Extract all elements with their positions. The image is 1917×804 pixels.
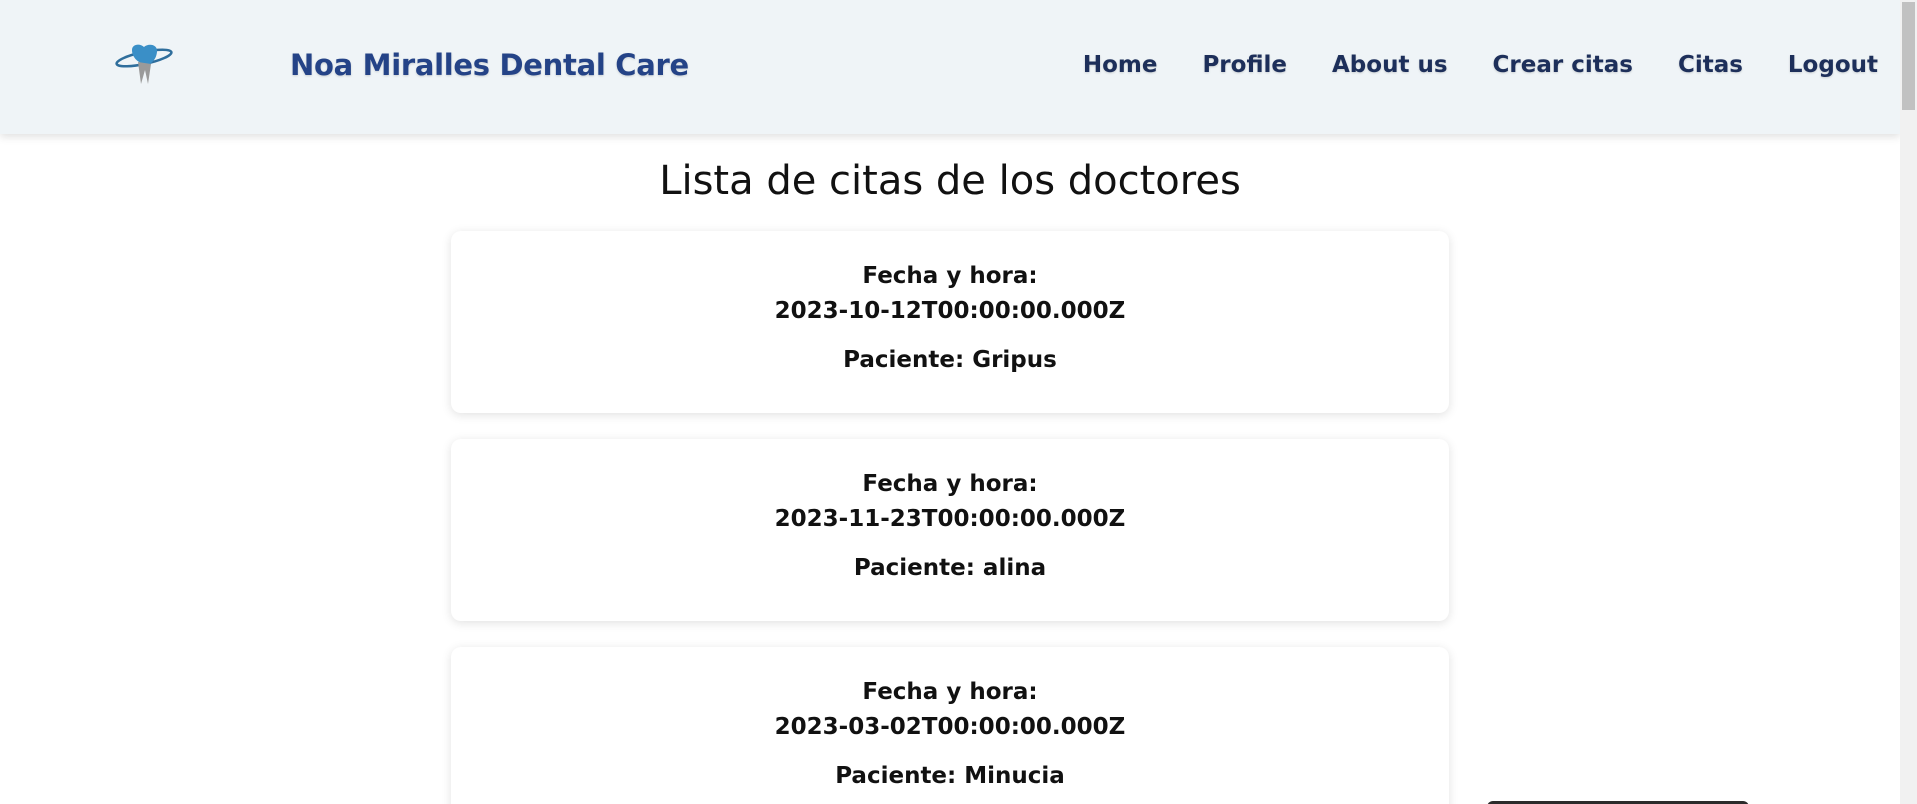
- appointment-datetime: 2023-11-23T00:00:00.000Z: [774, 506, 1126, 532]
- nav-home-link[interactable]: Home: [1083, 52, 1158, 78]
- nav-logout-link[interactable]: Logout: [1788, 52, 1878, 78]
- page-title: Lista de citas de los doctores: [659, 158, 1241, 204]
- scrollbar-thumb[interactable]: [1902, 2, 1915, 110]
- appointment-datetime: 2023-10-12T00:00:00.000Z: [774, 298, 1126, 324]
- brand-title[interactable]: Noa Miralles Dental Care: [290, 48, 689, 82]
- appointment-card: Fecha y hora: 2023-10-12T00:00:00.000Z P…: [451, 231, 1449, 413]
- main-nav: Home Profile About us Crear citas Citas …: [1038, 52, 1878, 78]
- nav-profile-link[interactable]: Profile: [1202, 52, 1287, 78]
- nav-create-appointment-link[interactable]: Crear citas: [1493, 52, 1633, 78]
- date-label: Fecha y hora:: [862, 679, 1038, 705]
- date-label: Fecha y hora:: [862, 263, 1038, 289]
- date-label: Fecha y hora:: [862, 471, 1038, 497]
- nav-about-link[interactable]: About us: [1332, 52, 1448, 78]
- navbar: Noa Miralles Dental Care Home Profile Ab…: [0, 0, 1900, 134]
- appointment-card: Fecha y hora: 2023-03-02T00:00:00.000Z P…: [451, 647, 1449, 804]
- appointment-datetime: 2023-03-02T00:00:00.000Z: [774, 714, 1126, 740]
- appointment-patient: Paciente: alina: [853, 555, 1047, 581]
- appointment-card: Fecha y hora: 2023-11-23T00:00:00.000Z P…: [451, 439, 1449, 621]
- vertical-scrollbar[interactable]: [1900, 0, 1917, 804]
- appointment-patient: Paciente: Minucia: [835, 763, 1065, 789]
- tooth-logo-icon[interactable]: [114, 40, 176, 90]
- nav-appointments-link[interactable]: Citas: [1678, 52, 1743, 78]
- appointment-patient: Paciente: Gripus: [843, 347, 1057, 373]
- page: Noa Miralles Dental Care Home Profile Ab…: [0, 0, 1917, 804]
